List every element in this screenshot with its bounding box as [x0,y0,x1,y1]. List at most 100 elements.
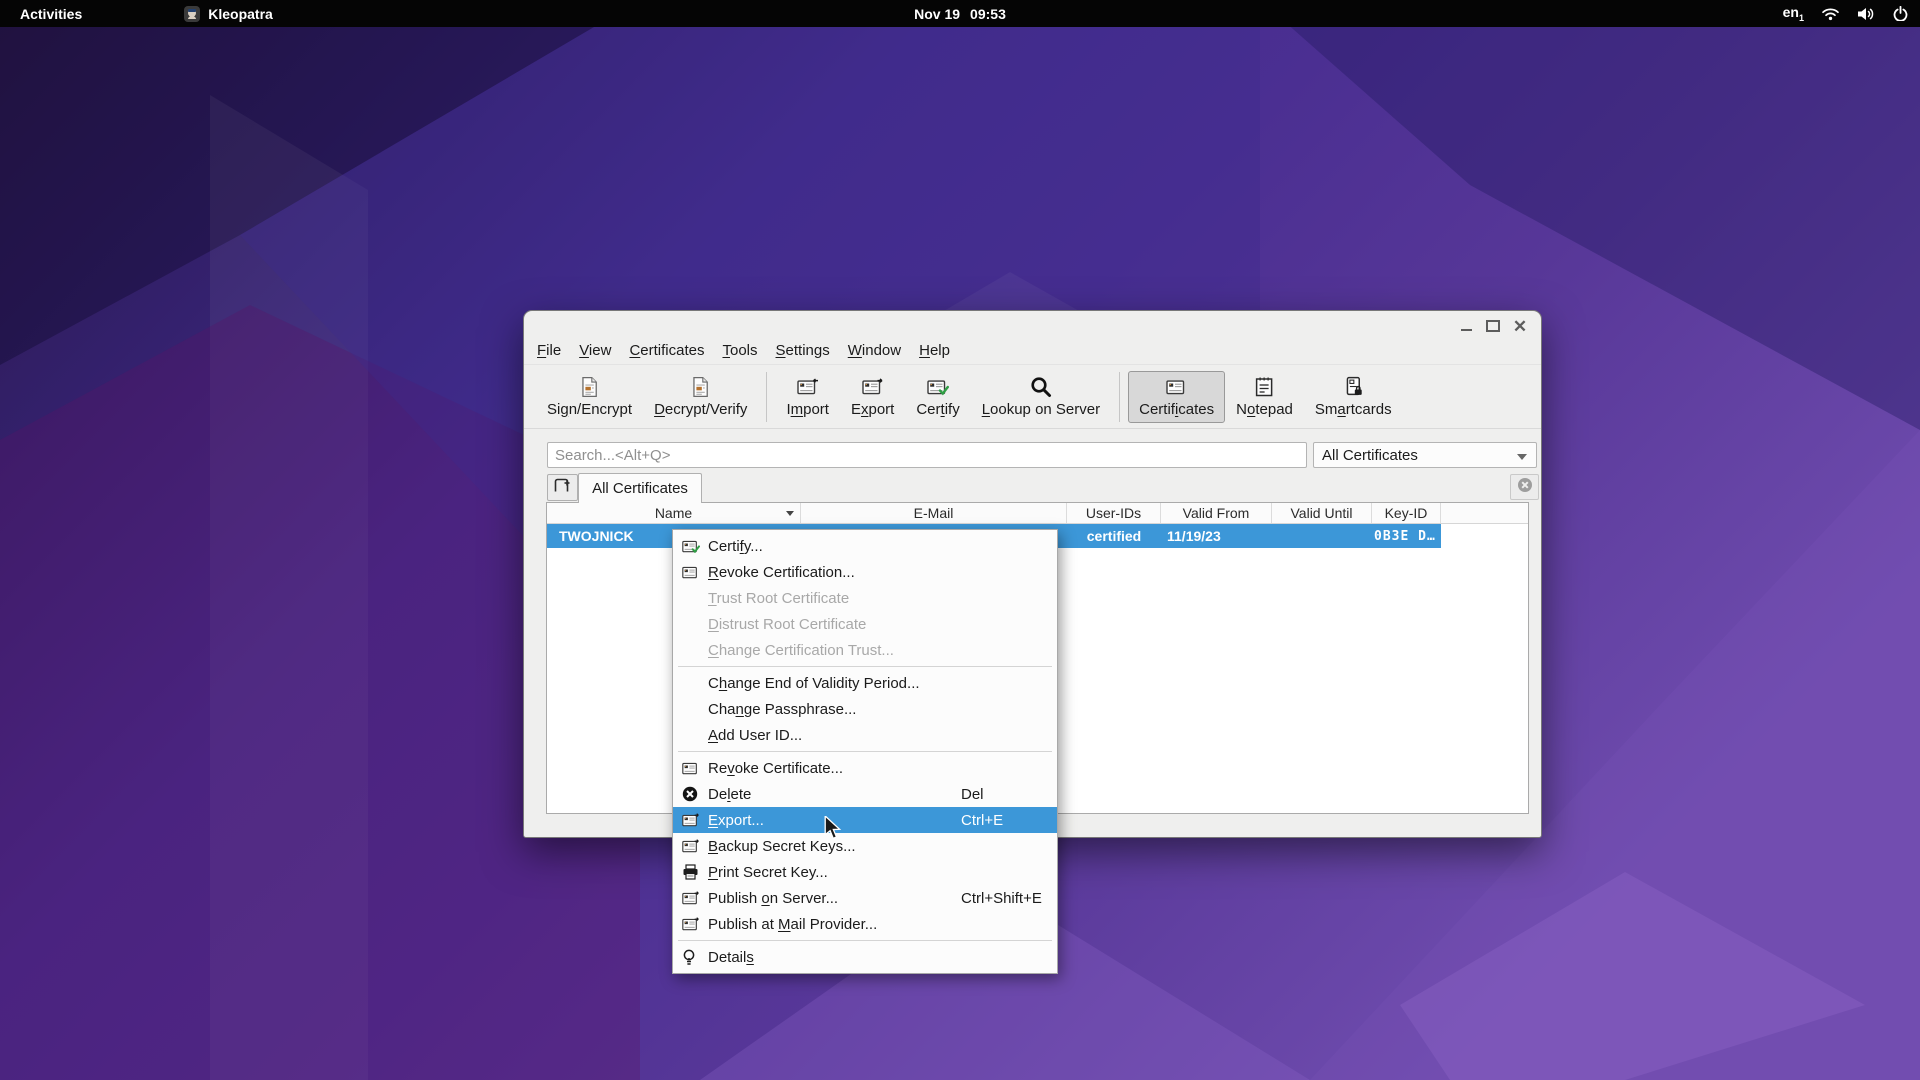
toolbar-decrypt-verify[interactable]: Decrypt/Verify [643,371,758,423]
menu-item-publish-on-server[interactable]: Publish on Server...Ctrl+Shift+E [673,885,1057,911]
smartcard-icon [1344,376,1363,399]
system-status-area[interactable]: en1 [1783,0,1908,27]
toolbar-export[interactable]: Export [840,371,905,423]
toolbar-import[interactable]: Import [775,371,840,423]
menu-item-label: Publish on Server... [708,890,838,907]
menu-item-label: Certify... [708,538,763,555]
activities-button[interactable]: Activities [0,0,102,27]
document-sign-icon [691,376,710,399]
lightbulb-icon [682,949,702,965]
column-label: E-Mail [914,505,954,521]
menubar-view[interactable]: View [570,339,620,362]
idcard-export-icon [682,812,702,828]
search-input[interactable] [547,442,1307,468]
toolbar-certificates[interactable]: Certificates [1128,371,1225,423]
column-header-valid_from[interactable]: Valid From [1161,503,1272,523]
menu-item-print-secret-key[interactable]: Print Secret Key... [673,859,1057,885]
no-icon [682,675,702,691]
menu-item-label: Trust Root Certificate [708,590,849,607]
new-tab-icon [554,478,571,498]
toolbar: Sign/Encrypt Decrypt/Verify Import Expor… [524,365,1541,429]
menu-item-details[interactable]: Details [673,944,1057,970]
menu-item-revoke-certification[interactable]: Revoke Certification... [673,559,1057,585]
menu-item-certify[interactable]: Certify... [673,533,1057,559]
maximize-button[interactable] [1484,317,1502,335]
menu-item-change-certification-trust: Change Certification Trust... [673,637,1057,663]
window-controls: ✕ [1457,317,1529,335]
menubar-tools[interactable]: Tools [713,339,766,362]
menu-item-revoke-certificate[interactable]: Revoke Certificate... [673,755,1057,781]
idcard-icon [682,760,702,776]
menu-item-label: Details [708,949,754,966]
toolbar-label: Notepad [1236,401,1293,418]
kleopatra-app-icon [184,6,200,22]
idcard-export-icon [682,838,702,854]
column-header-key_id[interactable]: Key-ID [1372,503,1441,523]
no-icon [682,616,702,632]
menu-item-label: Change End of Validity Period... [708,675,920,692]
menu-item-backup-secret-keys[interactable]: Backup Secret Keys... [673,833,1057,859]
close-circle-icon [1517,477,1533,498]
focused-app-menu[interactable]: Kleopatra [184,6,273,22]
toolbar-separator [1119,372,1120,422]
idcard-certify-icon [927,376,949,399]
column-label: User-IDs [1086,505,1141,521]
tab-label: All Certificates [592,480,688,497]
printer-icon [682,864,702,880]
menu-separator [678,751,1052,752]
toolbar-sign-encrypt[interactable]: Sign/Encrypt [536,371,643,423]
idcard-icon [1166,376,1188,399]
volume-icon [1857,7,1876,21]
menu-item-label: Delete [708,786,751,803]
cell-key_id: 0B3E D… [1372,524,1441,548]
menubar-certificates[interactable]: Certificates [620,339,713,362]
menu-item-change-end-of-validity-period[interactable]: Change End of Validity Period... [673,670,1057,696]
column-header-user_ids[interactable]: User-IDs [1067,503,1161,523]
clock-button[interactable]: Nov 19 09:53 [914,6,1006,22]
idcard-certify-icon [682,538,702,554]
cell-valid_from: 11/19/23 [1161,524,1272,548]
menu-item-add-user-id[interactable]: Add User ID... [673,722,1057,748]
keyboard-layout-indicator[interactable]: en1 [1783,4,1804,23]
focused-app-name: Kleopatra [208,6,273,22]
toolbar-lookup-on-server[interactable]: Lookup on Server [971,371,1111,423]
menu-separator [678,940,1052,941]
menubar-settings[interactable]: Settings [767,339,839,362]
no-icon [682,701,702,717]
toolbar-notepad[interactable]: Notepad [1225,371,1304,423]
column-header-name[interactable]: Name [547,503,801,523]
column-header-email[interactable]: E-Mail [801,503,1067,523]
column-label: Valid Until [1291,505,1353,521]
toolbar-label: Smartcards [1315,401,1392,418]
idcard-icon [682,564,702,580]
toolbar-certify[interactable]: Certify [905,371,970,423]
menu-item-publish-at-mail-provider[interactable]: Publish at Mail Provider... [673,911,1057,937]
mouse-cursor [822,816,844,840]
menu-item-export[interactable]: Export...Ctrl+E [673,807,1057,833]
no-icon [682,642,702,658]
tab-all-certificates[interactable]: All Certificates [578,473,702,503]
menu-item-change-passphrase[interactable]: Change Passphrase... [673,696,1057,722]
no-icon [682,590,702,606]
toolbar-smartcards[interactable]: Smartcards [1304,371,1403,423]
table-header: Name E-Mail User-IDs Valid From Valid Until K… [547,503,1528,524]
power-icon [1893,6,1908,21]
menubar-window[interactable]: Window [839,339,910,362]
minimize-button[interactable] [1457,317,1475,335]
menubar-file[interactable]: File [528,339,570,362]
close-tab-button[interactable] [1510,474,1539,500]
clock-time: 09:53 [970,6,1006,22]
idcard-export-icon [682,916,702,932]
idcard-export-icon [682,890,702,906]
menu-item-distrust-root-certificate: Distrust Root Certificate [673,611,1057,637]
new-tab-button[interactable] [547,474,578,501]
certificate-context-menu: Certify... Revoke Certification... Trust … [672,529,1058,974]
menubar-help[interactable]: Help [910,339,959,362]
column-header-valid_until[interactable]: Valid Until [1272,503,1372,523]
notepad-icon [1254,376,1274,399]
document-sign-icon [580,376,599,399]
menu-item-delete[interactable]: DeleteDel [673,781,1057,807]
menu-item-label: Revoke Certificate... [708,760,843,777]
close-button[interactable]: ✕ [1511,317,1529,335]
certificate-filter-dropdown[interactable]: All Certificates [1313,442,1537,468]
